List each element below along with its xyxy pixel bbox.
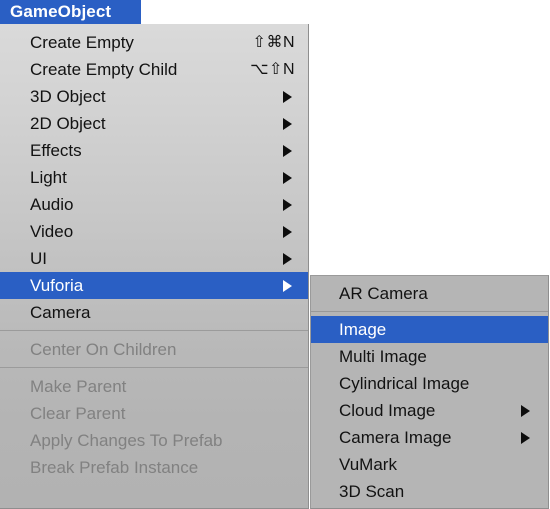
submenu-item-vumark[interactable]: VuMark bbox=[311, 451, 548, 478]
submenu-arrow-icon bbox=[521, 431, 530, 444]
vuforia-submenu: AR Camera Image Multi Image Cylindrical Ima… bbox=[310, 275, 549, 509]
menu-item-apply-changes-to-prefab: Apply Changes To Prefab bbox=[0, 427, 308, 454]
menu-item-vuforia[interactable]: Vuforia bbox=[0, 272, 308, 299]
menu-item-light-label: Light bbox=[30, 168, 67, 187]
submenu-arrow-icon bbox=[283, 144, 292, 157]
submenu-item-camera-image-label: Camera Image bbox=[339, 428, 452, 447]
submenu-item-3d-scan[interactable]: 3D Scan bbox=[311, 478, 548, 505]
menu-item-create-empty-shortcut: ⇧⌘N bbox=[252, 34, 295, 51]
submenu-item-image[interactable]: Image bbox=[311, 316, 548, 343]
menu-item-ui-label: UI bbox=[30, 249, 47, 268]
menubar-title-gameobject[interactable]: GameObject bbox=[0, 0, 141, 24]
menu-item-separator bbox=[0, 326, 308, 336]
menu-item-3d-object-label: 3D Object bbox=[30, 87, 106, 106]
menu-item-create-empty[interactable]: Create Empty ⇧⌘N bbox=[0, 29, 308, 56]
menu-item-audio[interactable]: Audio bbox=[0, 191, 308, 218]
menu-item-list: Create Empty ⇧⌘N Create Empty Child ⌥⇧N 3D O… bbox=[0, 29, 308, 481]
submenu-item-list: AR Camera Image Multi Image Cylindrical Ima… bbox=[311, 280, 548, 505]
submenu-arrow-icon bbox=[283, 171, 292, 184]
menu-item-audio-label: Audio bbox=[30, 195, 74, 214]
menu-item-video[interactable]: Video bbox=[0, 218, 308, 245]
menu-item-create-empty-child-shortcut: ⌥⇧N bbox=[250, 61, 295, 78]
menu-item-break-prefab-instance: Break Prefab Instance bbox=[0, 454, 308, 481]
menu-item-light[interactable]: Light bbox=[0, 164, 308, 191]
submenu-item-separator bbox=[311, 307, 548, 316]
menu-item-create-empty-label: Create Empty bbox=[30, 33, 134, 52]
submenu-item-cloud-image-label: Cloud Image bbox=[339, 401, 436, 420]
menu-item-video-label: Video bbox=[30, 222, 74, 241]
menu-item-apply-changes-to-prefab-label: Apply Changes To Prefab bbox=[30, 431, 223, 450]
submenu-item-cloud-image[interactable]: Cloud Image bbox=[311, 397, 548, 424]
menu-item-effects[interactable]: Effects bbox=[0, 137, 308, 164]
submenu-arrow-icon bbox=[521, 404, 530, 417]
menu-item-vuforia-label: Vuforia bbox=[30, 276, 84, 295]
submenu-item-ar-camera[interactable]: AR Camera bbox=[311, 280, 548, 307]
submenu-item-image-label: Image bbox=[339, 320, 387, 339]
submenu-arrow-icon bbox=[283, 198, 292, 211]
menu-item-3d-object[interactable]: 3D Object bbox=[0, 83, 308, 110]
submenu-arrow-icon bbox=[283, 225, 292, 238]
menu-item-create-empty-child-label: Create Empty Child bbox=[30, 60, 178, 79]
submenu-item-cylindrical-image[interactable]: Cylindrical Image bbox=[311, 370, 548, 397]
menu-item-camera[interactable]: Camera bbox=[0, 299, 308, 326]
menu-item-break-prefab-instance-label: Break Prefab Instance bbox=[30, 458, 199, 477]
submenu-arrow-icon bbox=[283, 279, 292, 292]
gameobject-dropdown-menu: Create Empty ⇧⌘N Create Empty Child ⌥⇧N 3D O… bbox=[0, 24, 309, 509]
menu-item-clear-parent: Clear Parent bbox=[0, 400, 308, 427]
menu-item-center-on-children-label: Center On Children bbox=[30, 340, 177, 359]
menu-item-separator bbox=[0, 363, 308, 373]
submenu-item-3d-scan-label: 3D Scan bbox=[339, 482, 405, 501]
menu-item-2d-object[interactable]: 2D Object bbox=[0, 110, 308, 137]
submenu-item-cylindrical-image-label: Cylindrical Image bbox=[339, 374, 470, 393]
menu-item-make-parent: Make Parent bbox=[0, 373, 308, 400]
menu-item-ui[interactable]: UI bbox=[0, 245, 308, 272]
submenu-item-camera-image[interactable]: Camera Image bbox=[311, 424, 548, 451]
menu-item-2d-object-label: 2D Object bbox=[30, 114, 106, 133]
menu-item-camera-label: Camera bbox=[30, 303, 91, 322]
menu-item-make-parent-label: Make Parent bbox=[30, 377, 127, 396]
submenu-item-multi-image-label: Multi Image bbox=[339, 347, 427, 366]
menu-item-effects-label: Effects bbox=[30, 141, 82, 160]
submenu-arrow-icon bbox=[283, 252, 292, 265]
menu-item-create-empty-child[interactable]: Create Empty Child ⌥⇧N bbox=[0, 56, 308, 83]
menu-item-center-on-children: Center On Children bbox=[0, 336, 308, 363]
submenu-item-multi-image[interactable]: Multi Image bbox=[311, 343, 548, 370]
menu-item-clear-parent-label: Clear Parent bbox=[30, 404, 126, 423]
submenu-item-vumark-label: VuMark bbox=[339, 455, 397, 474]
submenu-arrow-icon bbox=[283, 117, 292, 130]
submenu-item-ar-camera-label: AR Camera bbox=[339, 284, 428, 303]
submenu-arrow-icon bbox=[283, 90, 292, 103]
